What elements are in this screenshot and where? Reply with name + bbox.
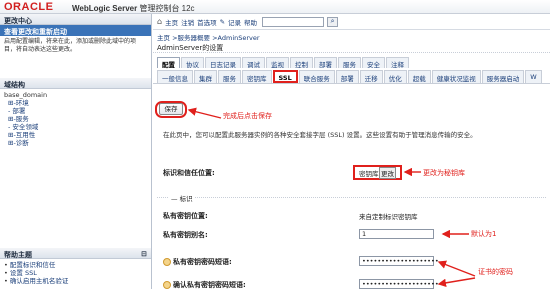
- ssl-description: 在此页中，您可以配置此服务器实例的各种安全套接字层 (SSL) 设置。这些设置有…: [163, 131, 477, 139]
- tab-migration[interactable]: 迁移: [359, 70, 383, 83]
- toolbar-help[interactable]: 帮助: [244, 17, 257, 27]
- help-link-identity-trust[interactable]: 配置标识和信任: [4, 261, 147, 269]
- private-key-alias-field[interactable]: 1: [359, 229, 434, 239]
- confirm-passphrase-label: 确认私有密钥密码短语:: [173, 281, 246, 289]
- tab-tuning[interactable]: 优化: [383, 70, 407, 83]
- tab-general[interactable]: 一般信息: [157, 70, 193, 83]
- secondary-tabs: 一般信息 集群 服务 密钥库 SSL 联合服务 部署 迁移 优化 超载 健康状况…: [153, 70, 550, 84]
- toolbar-home[interactable]: 主页: [165, 17, 178, 27]
- tree-item-services[interactable]: ⊞-服务: [4, 115, 147, 123]
- help-link-hostname-verification[interactable]: 确认启用主机名验证: [4, 277, 147, 285]
- tab-server-start[interactable]: 服务器启动: [481, 70, 525, 83]
- record-icon[interactable]: ✎: [220, 18, 225, 26]
- tree-item-diagnostics[interactable]: ⊞-诊断: [4, 139, 147, 147]
- product-subtitle: 管理控制台 12c: [137, 4, 195, 13]
- tab-debug[interactable]: 调试: [242, 57, 265, 69]
- help-topics-header: 帮助主题 ⊟: [0, 248, 151, 259]
- tab-security[interactable]: 安全: [362, 57, 385, 69]
- tab-federation-services[interactable]: 联合服务: [298, 70, 335, 83]
- view-changes-link[interactable]: 查看更改和重新启动: [0, 25, 151, 36]
- tab-protocols[interactable]: 协议: [181, 57, 204, 69]
- tab-cluster[interactable]: 集群: [194, 70, 217, 83]
- tab-deployments[interactable]: 部署: [314, 57, 337, 69]
- change-center-title: 更改中心: [0, 14, 151, 25]
- change-center-panel: 更改中心 查看更改和重新启动 启用配置编辑，将来在此，添加或删除此域中的项目，将…: [0, 14, 151, 66]
- keystore-annotation-text: 更改为秘钥库: [423, 169, 465, 177]
- confirm-passphrase-field[interactable]: ••••••••••••••••••••: [359, 279, 439, 289]
- domain-tree: base_domain ⊞-环境 - 部署 ⊞-服务 - 安全领域 ⊞-互用性 …: [0, 89, 151, 149]
- passphrase-label-wrap: 私有密钥密码短语:: [163, 257, 232, 267]
- help-link-setup-ssl[interactable]: 设置 SSL: [4, 269, 147, 277]
- passphrase-field[interactable]: ••••••••••••••••••••: [359, 256, 439, 266]
- toolbar-record[interactable]: 记录: [228, 17, 241, 27]
- home-icon[interactable]: ⌂: [157, 17, 162, 26]
- product-name: WebLogic Server: [72, 4, 138, 13]
- change-center-description: 启用配置编辑，将来在此，添加或删除此域中的项目，将自动表达这些更改。: [4, 38, 137, 53]
- tab-services[interactable]: 服务: [338, 57, 361, 69]
- confirm-passphrase-row: 确认私有密钥密码短语: ••••••••••••••••••••: [153, 276, 550, 289]
- save-annotation-text: 完成后点击保存: [223, 112, 272, 120]
- domain-structure-title: 域结构: [0, 78, 151, 89]
- private-key-location-label: 私有密钥位置:: [163, 212, 208, 220]
- primary-tabs: 配置 协议 日志记录 调试 监视 控制 部署 服务 安全 注释: [153, 56, 550, 69]
- domain-structure-panel: 域结构 base_domain ⊞-环境 - 部署 ⊞-服务 - 安全领域 ⊞-…: [0, 78, 151, 238]
- tree-item-deployments[interactable]: - 部署: [4, 107, 147, 115]
- tab-notes[interactable]: 注释: [386, 57, 409, 69]
- toolbar: ⌂ 主页 注销 首选项 ✎ 记录 帮助 ⌕: [153, 14, 550, 30]
- keystore-row: 标识和信任位置: 密钥库 更改 更改为秘钥库: [153, 164, 550, 182]
- keystore-value: 密钥库: [359, 170, 379, 178]
- toolbar-logout[interactable]: 注销: [181, 17, 194, 27]
- tab-services-sub[interactable]: 服务: [218, 70, 241, 83]
- tree-item-security-realms[interactable]: - 安全领域: [4, 123, 147, 131]
- tab-keystores[interactable]: 密钥库: [242, 70, 272, 83]
- tab-configuration[interactable]: 配置: [157, 57, 180, 69]
- tab-control[interactable]: 控制: [290, 57, 313, 69]
- tree-item-environment[interactable]: ⊞-环境: [4, 99, 147, 107]
- passphrase-label: 私有密钥密码短语:: [173, 258, 232, 266]
- help-topics-panel: 帮助主题 ⊟ 配置标识和信任 设置 SSL 确认启用主机名验证: [0, 248, 151, 289]
- search-input[interactable]: [262, 16, 325, 27]
- toolbar-preferences[interactable]: 首选项: [197, 17, 217, 27]
- tab-ssl[interactable]: SSL: [272, 70, 298, 83]
- confirm-passphrase-label-wrap: 确认私有密钥密码短语:: [163, 280, 246, 289]
- identity-section: — 标识: [157, 193, 546, 206]
- tree-root-base-domain[interactable]: base_domain: [4, 91, 147, 99]
- tab-logging[interactable]: 日志记录: [205, 57, 241, 69]
- keystore-label: 标识和信任位置:: [163, 169, 215, 177]
- tab-monitoring[interactable]: 监视: [266, 57, 289, 69]
- alias-annotation-text: 默认为1: [471, 230, 497, 238]
- page-title: AdminServer的设置: [153, 41, 550, 53]
- search-icon[interactable]: ⌕: [327, 16, 339, 27]
- password-annotation-text: 证书的密码: [478, 268, 513, 276]
- save-row: 保存 完成后点击保存: [153, 101, 550, 120]
- private-key-location-value: 来自定制标识密钥库: [359, 213, 418, 221]
- info-icon[interactable]: [163, 281, 171, 289]
- tab-web-services[interactable]: W: [525, 70, 542, 83]
- main-content: ⌂ 主页 注销 首选项 ✎ 记录 帮助 ⌕ 主页 >服务器概要 >AdminSe…: [153, 14, 550, 289]
- tab-overload[interactable]: 超载: [407, 70, 431, 83]
- header-bar: ORACLE WebLogic Server 管理控制台 12c: [0, 0, 550, 14]
- tab-deployment-sub[interactable]: 部署: [335, 70, 359, 83]
- tree-item-interoperability[interactable]: ⊞-互用性: [4, 131, 147, 139]
- oracle-logo: ORACLE: [4, 1, 54, 13]
- private-key-location-row: 私有密钥位置: 来自定制标识密钥库: [153, 207, 550, 225]
- breadcrumb[interactable]: 主页 >服务器概要 >AdminServer: [153, 30, 550, 42]
- private-key-alias-label: 私有密钥别名:: [163, 231, 208, 239]
- tab-health-monitoring[interactable]: 健康状况监视: [431, 70, 481, 83]
- help-topics-title: 帮助主题: [4, 251, 32, 259]
- collapse-icon[interactable]: ⊟: [141, 250, 147, 258]
- private-key-alias-row: 私有密钥别名: 1 默认为1: [153, 226, 550, 244]
- change-keystore-button[interactable]: 更改: [379, 167, 396, 179]
- product-title: WebLogic Server 管理控制台 12c: [72, 3, 195, 14]
- info-icon[interactable]: [163, 258, 171, 266]
- identity-section-label: 标识: [179, 195, 193, 203]
- identity-section-title: — 标识: [169, 193, 195, 203]
- help-topics-list: 配置标识和信任 设置 SSL 确认启用主机名验证: [0, 259, 151, 287]
- left-column: 更改中心 查看更改和重新启动 启用配置编辑，将来在此，添加或删除此域中的项目，将…: [0, 14, 152, 289]
- save-button[interactable]: 保存: [159, 103, 183, 115]
